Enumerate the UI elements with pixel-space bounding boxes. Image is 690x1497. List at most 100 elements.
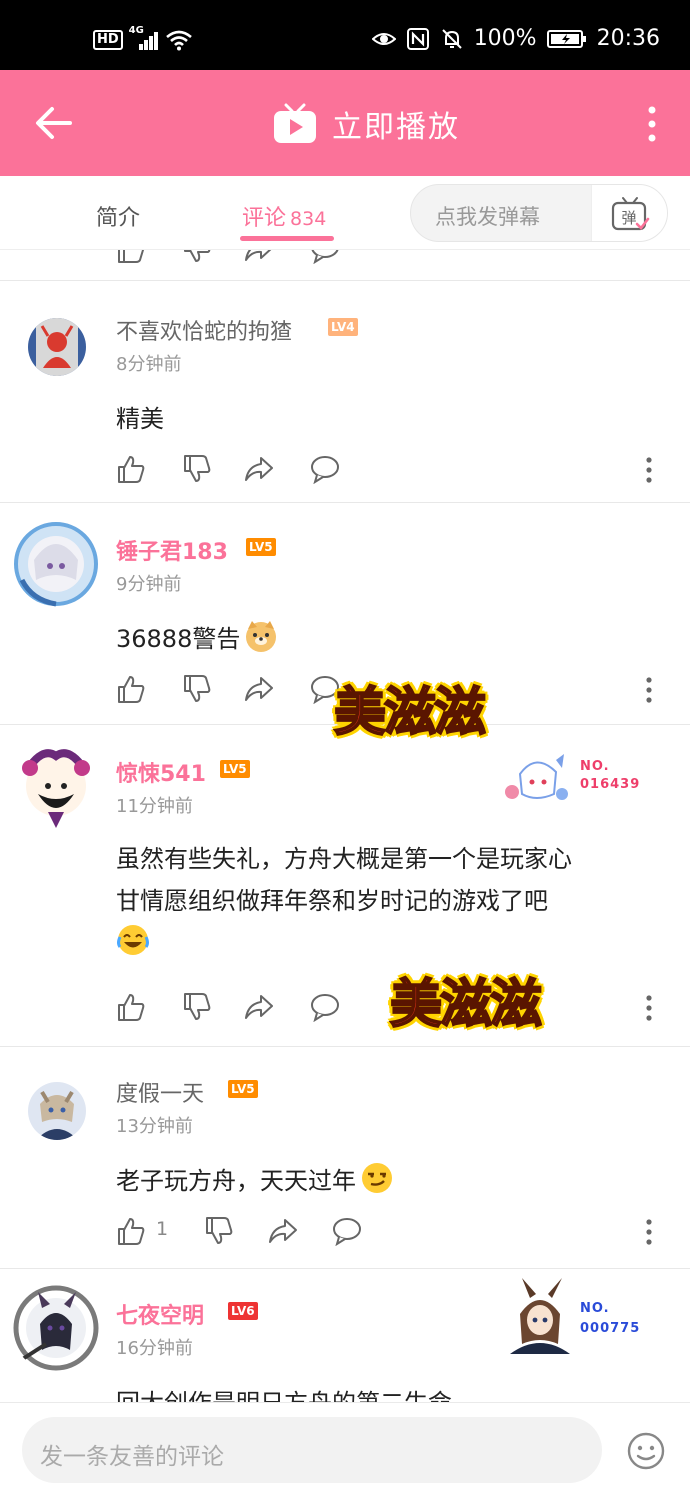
divider [0, 1268, 690, 1269]
comment-list[interactable]: 不喜欢恰蛇的拘猹 LV4 8分钟前 精美 锤子君183 LV5 9分钟前 368… [0, 250, 690, 1402]
share-icon[interactable] [244, 454, 274, 484]
share-icon[interactable] [244, 674, 274, 704]
danmaku-tv-icon: 弹 [611, 197, 649, 231]
divider [0, 1046, 690, 1047]
like-icon[interactable] [116, 992, 146, 1022]
like-icon[interactable] [116, 454, 146, 484]
reply-icon[interactable] [332, 1216, 362, 1246]
level-badge: LV4 [328, 318, 358, 336]
comment-input-placeholder: 发一条友善的评论 [40, 1444, 224, 1470]
comment-text: 36888警告 [116, 625, 241, 653]
username[interactable]: 七夜空明 [116, 1298, 204, 1330]
username[interactable]: 度假一天 [116, 1076, 204, 1108]
play-now-button[interactable]: 立即播放 [272, 102, 460, 146]
emoji-picker-icon[interactable] [626, 1431, 666, 1471]
avatar-frame-image-icon [13, 1285, 99, 1371]
like-icon[interactable] [116, 1216, 146, 1246]
comment-time: 8分钟前 [116, 354, 182, 375]
fan-badge-no: NO. [580, 759, 610, 774]
divider [0, 502, 690, 503]
dislike-icon[interactable] [182, 674, 212, 704]
reply-icon[interactable] [310, 250, 340, 264]
avatar-frame-image-icon [22, 749, 90, 828]
comment-content: 老子玩方舟，天天过年 [116, 1158, 394, 1204]
share-icon[interactable] [244, 992, 274, 1022]
dislike-icon[interactable] [182, 992, 212, 1022]
like-icon[interactable] [116, 674, 146, 704]
comment-count: 834 [290, 208, 327, 230]
avatar-image-icon [28, 318, 86, 376]
comment-text-line: 甘情愿组织做拜年祭和岁时记的游戏了吧 [116, 887, 548, 915]
fan-badge-character-icon [510, 1278, 570, 1354]
username[interactable]: 惊悚541 [116, 756, 206, 788]
nfc-icon [406, 27, 429, 50]
share-icon[interactable] [244, 250, 274, 264]
comment-time: 11分钟前 [116, 796, 193, 817]
level-badge: LV5 [246, 538, 276, 556]
comment-input[interactable]: 发一条友善的评论 [22, 1417, 602, 1483]
hd-indicator: HD [93, 30, 123, 50]
fan-badge-number: 000775 [580, 1321, 641, 1336]
comment-content: 精美 [116, 405, 164, 433]
avatar[interactable] [28, 318, 86, 376]
like-count: 1 [156, 1218, 169, 1240]
dislike-icon[interactable] [204, 1216, 234, 1246]
reply-icon[interactable] [310, 454, 340, 484]
level-badge: LV6 [228, 1302, 258, 1320]
share-icon[interactable] [268, 1216, 298, 1246]
dislike-icon[interactable] [182, 454, 212, 484]
battery-icon [546, 29, 586, 48]
back-arrow-icon[interactable] [34, 105, 74, 141]
wifi-icon [165, 30, 192, 51]
comment-compose-bar: 发一条友善的评论 [0, 1402, 690, 1497]
comment-content: 虽然有些失礼，方舟大概是第一个是玩家心 甘情愿组织做拜年祭和岁时记的游戏了吧 [116, 838, 572, 964]
comment-more-icon[interactable] [644, 456, 654, 484]
dislike-icon[interactable] [182, 250, 212, 264]
mute-bell-icon [441, 28, 462, 49]
active-tab-indicator [240, 236, 334, 241]
danmaku-toggle-button[interactable]: 弹 [591, 185, 667, 241]
comment-time: 13分钟前 [116, 1116, 193, 1137]
fan-badge-no: NO. [580, 1301, 610, 1316]
avatar[interactable] [12, 1284, 100, 1372]
reply-icon[interactable] [310, 992, 340, 1022]
clock: 20:36 [596, 26, 660, 51]
svg-text:弹: 弹 [621, 209, 636, 227]
username[interactable]: 不喜欢恰蛇的拘猹 [116, 314, 292, 346]
fan-badge[interactable]: NO. 000775 [500, 1278, 650, 1354]
comment-content: 36888警告 [116, 616, 278, 662]
tab-intro[interactable]: 简介 [96, 200, 140, 232]
avatar[interactable] [28, 1082, 86, 1140]
username[interactable]: 锤子君183 [116, 534, 228, 566]
comment-content: 回大创作是明日方舟的第二生命 [116, 1380, 452, 1402]
fan-badge[interactable]: NO. 016439 [498, 754, 648, 802]
eye-icon [371, 32, 396, 45]
sticker-overlay: 美滋滋 [333, 682, 487, 744]
laugh-cry-emoji-icon [117, 925, 149, 955]
comment-more-icon[interactable] [644, 1218, 654, 1246]
smirk-emoji-icon [362, 1163, 392, 1193]
comment-actions [116, 454, 676, 484]
tv-play-icon [274, 103, 316, 143]
avatar-image-icon [28, 1082, 86, 1140]
tab-comments-label: 评论 [242, 206, 287, 231]
danmaku-input[interactable]: 点我发弹幕 弹 [410, 184, 668, 242]
fan-badge-character-icon [505, 754, 568, 800]
comment-time: 16分钟前 [116, 1338, 193, 1359]
battery-percent: 100% [473, 26, 537, 51]
comment-text: 老子玩方舟，天天过年 [116, 1167, 356, 1195]
avatar-frame-image-icon [14, 522, 98, 607]
title-bar: 立即播放 [0, 70, 690, 176]
divider [0, 280, 690, 281]
doge-emoji-icon [246, 621, 277, 652]
level-badge: LV5 [228, 1080, 258, 1098]
page-title: 立即播放 [332, 110, 460, 145]
avatar[interactable] [12, 742, 100, 830]
tab-comments[interactable]: 评论 834 [242, 200, 326, 232]
more-options-icon[interactable] [644, 104, 660, 144]
avatar[interactable] [12, 520, 100, 608]
comment-more-icon[interactable] [644, 676, 654, 704]
comment-text-line: 虽然有些失礼，方舟大概是第一个是玩家心 [116, 845, 572, 873]
comment-more-icon[interactable] [644, 994, 654, 1022]
like-icon[interactable] [116, 250, 146, 264]
